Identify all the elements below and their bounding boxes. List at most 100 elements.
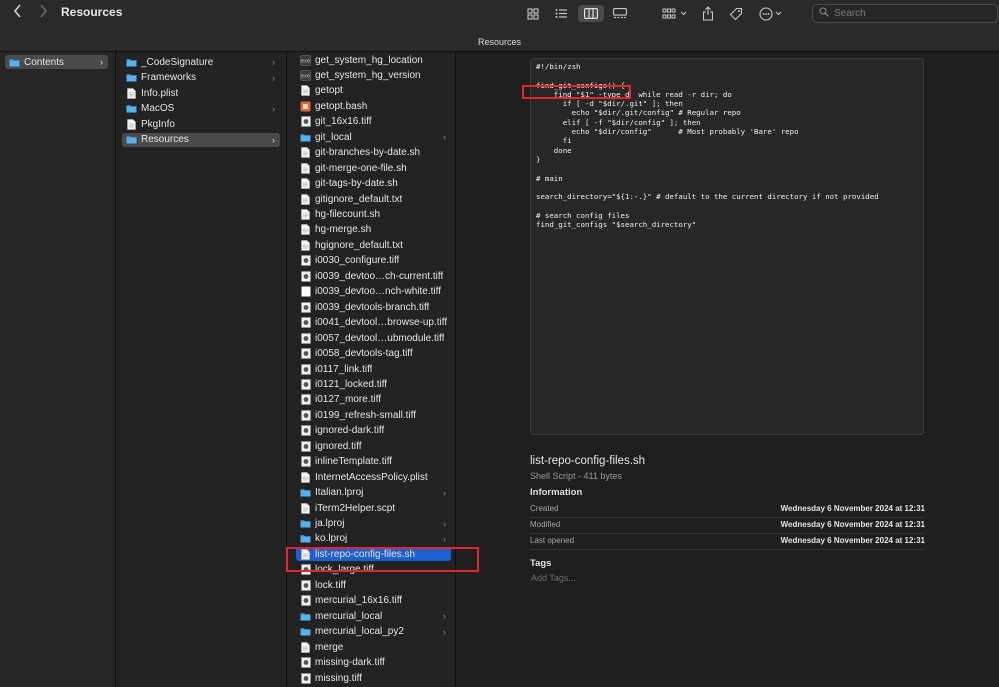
file-row-label: ignored.tiff	[315, 440, 362, 452]
file-icon	[300, 363, 311, 375]
tag-icon[interactable]	[728, 5, 744, 22]
column-2[interactable]: _CodeSignature › Frameworks › Info.plist MacO…	[116, 52, 287, 687]
file-row-missing-tiff[interactable]: missing.tiff	[296, 671, 451, 685]
file-name: list-repo-config-files.sh	[530, 455, 646, 467]
file-row-label: git_16x16.tiff	[315, 116, 372, 128]
chevron-right-icon: ›	[272, 134, 275, 145]
path-title: Resources	[477, 37, 522, 47]
file-row-git-tags-by-date-sh[interactable]: git-tags-by-date.sh	[296, 177, 451, 191]
file-row-i0199-refresh-small-tiff[interactable]: i0199_refresh-small.tiff	[296, 408, 451, 422]
file-row-frameworks[interactable]: Frameworks ›	[122, 71, 280, 85]
more-actions-icon[interactable]	[758, 5, 786, 22]
file-row-label: ignored-dark.tiff	[315, 425, 385, 437]
search-input[interactable]	[834, 8, 984, 19]
file-row-label: merge	[315, 641, 344, 653]
file-row-ignored-dark-tiff[interactable]: ignored-dark.tiff	[296, 424, 451, 438]
file-icon	[300, 471, 311, 483]
divider	[530, 549, 925, 550]
chevron-right-icon: ›	[443, 518, 446, 529]
file-row-hg-filecount-sh[interactable]: hg-filecount.sh	[296, 208, 451, 222]
file-row-label: i0058_devtools-tag.tiff	[315, 348, 413, 360]
file-row-i0121-locked-tiff[interactable]: i0121_locked.tiff	[296, 377, 451, 391]
file-row-getopt[interactable]: getopt	[296, 84, 451, 98]
file-row-mercurial-local[interactable]: mercurial_local ›	[296, 609, 451, 623]
file-row-ko-lproj[interactable]: ko.lproj ›	[296, 532, 451, 546]
file-row-info-plist[interactable]: Info.plist	[122, 86, 280, 100]
file-row-lock-tiff[interactable]: lock.tiff	[296, 578, 451, 592]
file-row-git-branches-by-date-sh[interactable]: git-branches-by-date.sh	[296, 146, 451, 160]
file-row-resources[interactable]: Resources ›	[122, 132, 280, 147]
file-row-i0117-link-tiff[interactable]: i0117_link.tiff	[296, 362, 451, 376]
file-icon	[300, 271, 311, 282]
group-icon[interactable]	[661, 5, 689, 22]
column-3[interactable]: exe get_system_hg_location exe get_system_h…	[287, 52, 456, 687]
file-row-i0039-devtools-branch-tiff[interactable]: i0039_devtools-branch.tiff	[296, 300, 451, 314]
file-row-ignored-tiff[interactable]: ignored.tiff	[296, 439, 451, 453]
back-icon[interactable]	[8, 4, 28, 22]
file-icon	[300, 580, 311, 591]
file-row-get-system-hg-location[interactable]: exe get_system_hg_location	[296, 53, 451, 67]
divider	[530, 533, 925, 534]
file-row-i0039-devtoo-ch-current-tiff[interactable]: i0039_devtoo…ch-current.tiff	[296, 269, 451, 283]
file-icon	[300, 348, 311, 359]
file-row-hg-merge-sh[interactable]: hg-merge.sh	[296, 223, 451, 237]
file-row-i0127-more-tiff[interactable]: i0127_more.tiff	[296, 393, 451, 407]
chevron-right-icon: ›	[272, 57, 275, 67]
file-row-codesignature[interactable]: _CodeSignature ›	[122, 55, 280, 69]
column-1[interactable]: Contents ›	[0, 52, 116, 687]
file-row-mercurial-16x16-tiff[interactable]: mercurial_16x16.tiff	[296, 594, 451, 608]
file-row-macos[interactable]: MacOS ›	[122, 102, 280, 116]
file-row-i0039-devtoo-nch-white-tiff[interactable]: i0039_devtoo…nch-white.tiff	[296, 285, 451, 299]
file-row-missing-dark-tiff[interactable]: missing-dark.tiff	[296, 656, 451, 670]
file-icon	[300, 255, 311, 267]
file-row-merge[interactable]: merge	[296, 640, 451, 654]
file-row-italian-lproj[interactable]: Italian.lproj ›	[296, 486, 451, 500]
file-row-git-merge-one-file-sh[interactable]: git-merge-one-file.sh	[296, 161, 451, 175]
file-row-contents[interactable]: Contents ›	[5, 55, 108, 69]
file-row-git-16x16-tiff[interactable]: git_16x16.tiff	[296, 115, 451, 129]
file-row-label: hgignore_default.txt	[315, 239, 403, 251]
gallery-view-icon[interactable]	[610, 5, 630, 22]
file-row-i0057-devtool-ubmodule-tiff[interactable]: i0057_devtool…ubmodule.tiff	[296, 331, 451, 345]
file-row-label: mercurial_local_py2	[315, 626, 404, 638]
chevron-right-icon: ›	[443, 626, 446, 637]
file-row-label: git-tags-by-date.sh	[315, 178, 398, 190]
chevron-right-icon: ›	[443, 533, 446, 544]
icon-view-icon[interactable]	[524, 5, 542, 22]
file-icon	[300, 317, 311, 328]
svg-text:exe: exe	[301, 58, 310, 64]
file-row-ja-lproj[interactable]: ja.lproj ›	[296, 517, 451, 531]
list-view-icon[interactable]	[552, 5, 570, 22]
file-row-i0058-devtools-tag-tiff[interactable]: i0058_devtools-tag.tiff	[296, 347, 451, 361]
file-row-git-local[interactable]: git_local ›	[296, 130, 451, 144]
column-view-icon[interactable]	[578, 5, 604, 22]
file-row-label: i0039_devtoo…ch-current.tiff	[315, 270, 444, 282]
file-icon	[300, 224, 311, 236]
file-row-hgignore-default-txt[interactable]: hgignore_default.txt	[296, 238, 451, 252]
file-icon	[300, 101, 311, 112]
file-row-inlinetemplate-tiff[interactable]: inlineTemplate.tiff	[296, 455, 451, 469]
file-row-label: PkgInfo	[141, 118, 175, 130]
file-icon	[300, 85, 311, 97]
file-row-internetaccesspolicy-plist[interactable]: InternetAccessPolicy.plist	[296, 470, 451, 484]
file-row-label: mercurial_local	[315, 610, 383, 622]
file-row-get-system-hg-version[interactable]: exe get_system_hg_version	[296, 68, 451, 82]
share-icon[interactable]	[700, 5, 716, 22]
file-row-iterm2helper-scpt[interactable]: iTerm2Helper.scpt	[296, 501, 451, 515]
file-row-i0041-devtool-browse-up-tiff[interactable]: i0041_devtool…browse-up.tiff	[296, 316, 451, 330]
file-icon	[300, 672, 311, 684]
file-row-getopt-bash[interactable]: getopt.bash	[296, 99, 451, 113]
folder-icon	[126, 72, 137, 83]
file-row-i0030-configure-tiff[interactable]: i0030_configure.tiff	[296, 254, 451, 268]
info-last-opened-label: Last opened	[530, 536, 575, 545]
file-row-mercurial-local-py2[interactable]: mercurial_local_py2 ›	[296, 625, 451, 639]
file-row-label: i0117_link.tiff	[315, 363, 373, 375]
file-row-gitignore-default-txt[interactable]: gitignore_default.txt	[296, 192, 451, 206]
add-tags-field[interactable]: Add Tags...	[531, 573, 576, 583]
file-row-label: i0039_devtools-branch.tiff	[315, 301, 430, 313]
file-row-pkginfo[interactable]: PkgInfo	[122, 117, 280, 131]
forward-icon[interactable]	[33, 4, 53, 22]
file-icon	[300, 441, 311, 452]
file-icon	[300, 147, 311, 158]
search-field[interactable]	[812, 4, 998, 23]
